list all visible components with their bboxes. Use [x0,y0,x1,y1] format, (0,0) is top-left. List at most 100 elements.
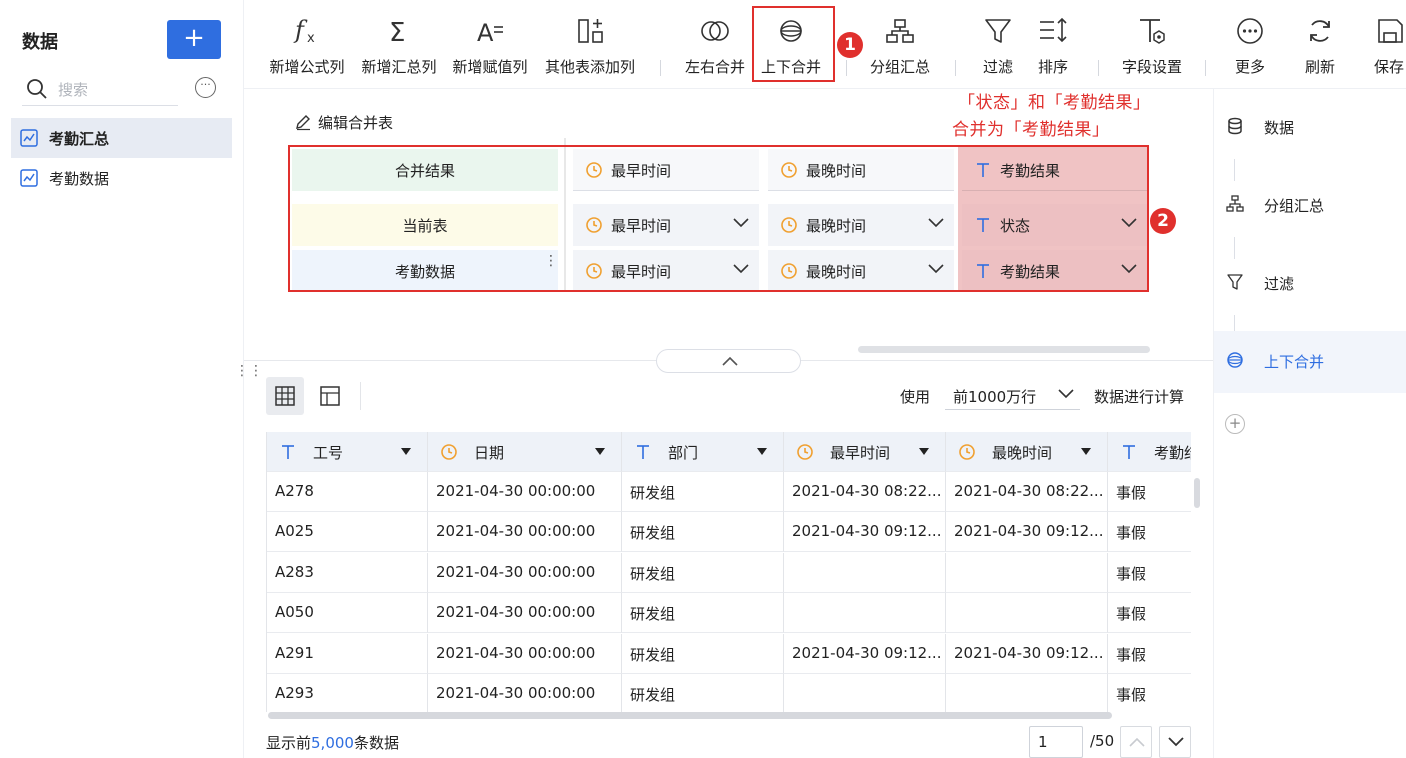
table-cell: 2021-04-30 00:00:00 [428,633,622,674]
highlight-box-merge [288,145,1149,292]
table-vertical-scrollbar[interactable] [1194,478,1200,508]
toolbar-label: 新增赋值列 [452,58,528,76]
toolbar-divider [955,60,956,76]
column-header[interactable]: 最晚时间 [946,432,1108,472]
sort-menu-icon[interactable] [401,448,411,455]
field-settings-button[interactable]: 字段设置 [1114,0,1190,86]
step-union[interactable]: 上下合并 [1214,331,1406,393]
sort-menu-icon[interactable] [757,448,767,455]
edit-icon [296,115,310,131]
text-type-icon [634,443,652,465]
refresh-button[interactable]: 刷新 [1294,0,1346,86]
add-step-button[interactable]: + [1225,414,1245,434]
next-page-button[interactable] [1159,726,1191,758]
table-cell: 事假 [1108,512,1191,553]
table-cell: A293 [267,674,428,712]
join-button[interactable]: 左右合并 [680,0,750,86]
column-header[interactable]: 工号 [267,432,428,472]
more-options-icon[interactable]: ··· [195,77,216,98]
add-data-button[interactable]: + [167,20,221,59]
column-header[interactable]: 最早时间 [784,432,946,472]
column-header[interactable]: 考勤结 [1108,432,1191,472]
collapse-editor-toggle[interactable] [656,349,801,373]
table-cell: 2021-04-30 00:00:00 [428,674,622,712]
add-formula-column-button[interactable]: fx 新增公式列 [264,0,350,86]
column-header[interactable]: 日期 [428,432,622,472]
table-cell: 研发组 [622,472,784,512]
layout-view-button[interactable] [311,377,349,415]
step-filter[interactable]: 过滤 [1214,253,1406,315]
more-button[interactable]: 更多 [1224,0,1276,86]
toolbar-divider [1098,60,1099,76]
text-type-icon [1120,443,1138,465]
sidebar-search[interactable]: 搜索 [22,72,178,106]
prev-page-button[interactable] [1120,726,1152,758]
sort-menu-icon[interactable] [919,448,929,455]
save-button[interactable]: 保存 [1366,0,1406,86]
step-group-summary[interactable]: 分组汇总 [1214,175,1406,237]
date-icon [958,443,976,465]
table-cell: 2021-04-30 09:12... [946,512,1108,553]
row-limit-value: 前1000万行 [953,388,1037,406]
table-cell [784,674,946,712]
use-label: 使用 [900,388,931,406]
toolbar-label: 新增公式列 [269,58,345,76]
chevron-down-icon [1168,737,1184,747]
table-row[interactable]: A050 2021-04-30 00:00:00 研发组 事假 [267,593,1191,634]
step-label: 过滤 [1264,275,1295,293]
add-assign-column-button[interactable]: A 新增赋值列 [447,0,533,86]
row-limit-select[interactable]: 前1000万行 [945,380,1080,410]
left-sidebar: 数据 + 搜索 ··· 考勤汇总 考勤数据 [0,0,244,758]
annotation-note-line1: 「状态」和「考勤结果」 [958,93,1151,113]
table-cell: 事假 [1108,674,1191,712]
resize-handle-icon[interactable]: ⋮⋮ [235,364,263,378]
table-cell [946,593,1108,634]
highlight-box-union [752,6,835,82]
cell-value: 2021-04-30 00:00:00 [436,562,596,581]
sort-menu-icon[interactable] [595,448,605,455]
search-input[interactable]: 搜索 [58,79,88,100]
table-cell: 事假 [1108,553,1191,593]
cell-value: 研发组 [630,524,676,543]
table-cell: 2021-04-30 00:00:00 [428,593,622,634]
sidebar-item-attendance-data[interactable]: 考勤数据 [11,158,232,198]
grid-view-button[interactable] [266,377,304,415]
column-header-label: 最晚时间 [992,444,1053,462]
data-preview-table: 工号 日期 部门 最早时间 最晚时间 考勤结 A278 2021-04-30 00:00:00… [266,432,1191,712]
step-badge-1: 1 [837,32,863,58]
sort-menu-icon[interactable] [1081,448,1091,455]
table-horizontal-scrollbar[interactable] [268,712,1112,719]
row-count-value: 5,000 [311,734,354,752]
step-label: 数据 [1264,119,1295,137]
table-cell: 研发组 [622,593,784,634]
filter-button[interactable]: 过滤 [973,0,1023,86]
sort-button[interactable]: 排序 [1028,0,1078,86]
step-data[interactable]: 数据 [1214,97,1406,159]
editor-horizontal-scrollbar[interactable] [858,346,1150,353]
sidebar-item-attendance-summary[interactable]: 考勤汇总 [11,118,232,158]
svg-text:x: x [307,31,315,46]
edit-merge-table-link[interactable]: 编辑合并表 [294,112,393,133]
sidebar-item-label: 考勤数据 [49,170,110,188]
add-column-from-table-button[interactable]: 其他表添加列 [540,0,640,86]
step-label: 分组汇总 [1264,197,1325,215]
table-row[interactable]: A025 2021-04-30 00:00:00 研发组 2021-04-30 09:… [267,512,1191,553]
table-row[interactable]: A278 2021-04-30 00:00:00 研发组 2021-04-30 08:… [267,472,1191,512]
more-icon [1237,18,1263,44]
column-header[interactable]: 部门 [622,432,784,472]
table-cell: A283 [267,552,428,593]
table-row[interactable]: A283 2021-04-30 00:00:00 研发组 事假 [267,552,1191,593]
refresh-icon [1310,20,1330,42]
date-icon [796,443,814,465]
add-summary-column-button[interactable]: Σ 新增汇总列 [356,0,442,86]
page-total: /50 [1090,732,1115,750]
toolbar-label: 分组汇总 [869,58,930,76]
cell-value: A025 [275,522,314,541]
cell-value: 研发组 [630,605,676,624]
table-row[interactable]: A291 2021-04-30 00:00:00 研发组 2021-04-30 09:… [267,633,1191,674]
page-number-input[interactable]: 1 [1029,726,1083,758]
cell-value: 2021-04-30 09:12... [954,522,1104,541]
group-summary-button[interactable]: 分组汇总 [862,0,938,86]
add-column-icon [578,19,603,43]
table-row[interactable]: A293 2021-04-30 00:00:00 研发组 事假 [267,674,1191,712]
